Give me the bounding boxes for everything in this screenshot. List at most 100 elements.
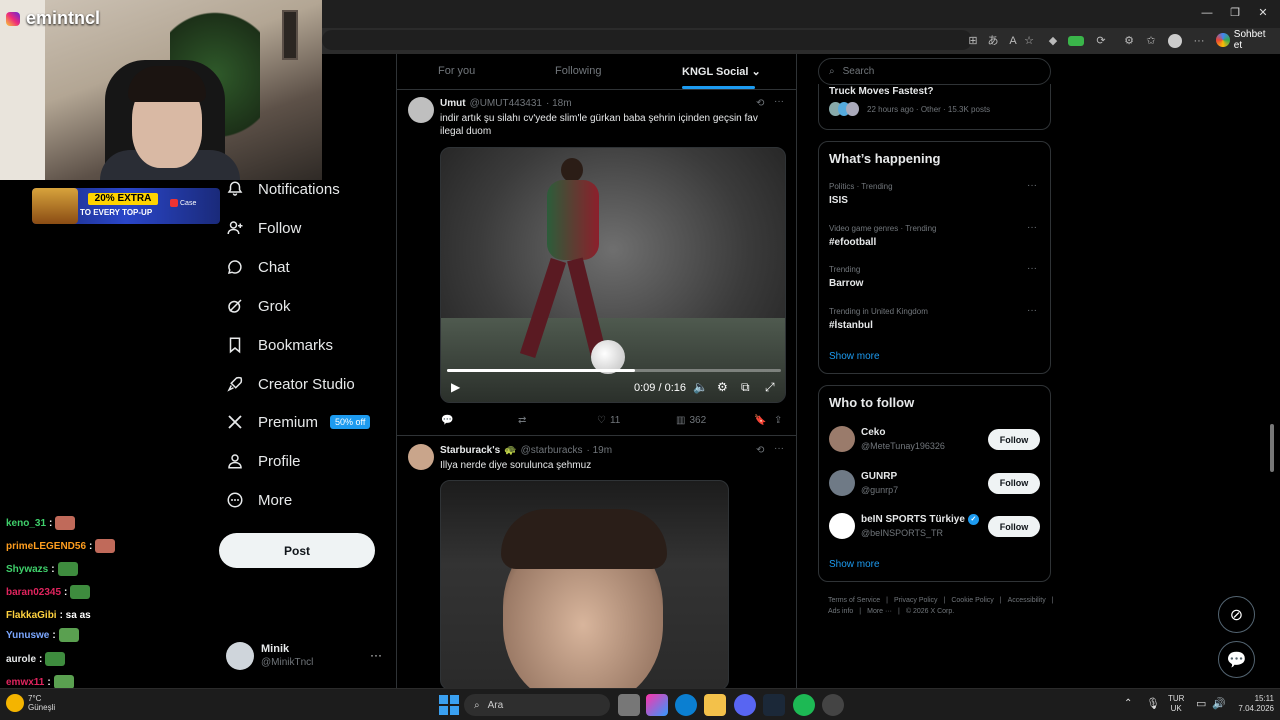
like-button[interactable]: ♡ 11: [597, 415, 620, 426]
clock[interactable]: 15:11 7.04.2026: [1234, 694, 1274, 714]
nav-follow[interactable]: Follow: [226, 212, 301, 244]
weather-widget[interactable]: 7°C Güneşli: [6, 694, 55, 712]
show-more-link[interactable]: Show more: [829, 351, 880, 362]
nav-more[interactable]: More: [226, 484, 292, 516]
follow-button[interactable]: Follow: [988, 429, 1040, 450]
page-scrollbar[interactable]: [1270, 424, 1274, 472]
avatar[interactable]: [829, 513, 855, 539]
reply-icon[interactable]: 💬: [441, 415, 453, 426]
extension-icon[interactable]: ⟳: [1094, 34, 1108, 48]
translate-icon[interactable]: あ: [986, 34, 1000, 48]
nav-profile[interactable]: Profile: [226, 445, 301, 477]
trending-event-card[interactable]: Truck Moves Fastest? 22 hours ago · Othe…: [818, 84, 1051, 130]
nav-notifications[interactable]: Notifications: [226, 173, 340, 205]
accessibility-link[interactable]: Accessibility: [1008, 597, 1046, 604]
task-view-icon[interactable]: [618, 694, 640, 716]
trend-more-icon[interactable]: ···: [1027, 180, 1037, 191]
trend-item[interactable]: ISIS: [829, 195, 848, 206]
post-author-name[interactable]: Starburack's: [440, 445, 500, 456]
extensions-icon[interactable]: ⚙: [1122, 34, 1136, 48]
discord-app-icon[interactable]: [734, 694, 756, 716]
collections-icon[interactable]: ✩: [1144, 34, 1158, 48]
pip-icon[interactable]: ⧉: [741, 380, 750, 395]
app-icon[interactable]: [822, 694, 844, 716]
post-button[interactable]: Post: [219, 533, 375, 568]
post-author-handle[interactable]: @UMUT443431: [470, 98, 542, 109]
terms-link[interactable]: Terms of Service: [828, 597, 880, 604]
trend-item[interactable]: #İstanbul: [829, 320, 873, 331]
views-button[interactable]: ▥ 362: [676, 415, 706, 426]
avatar[interactable]: [829, 469, 855, 496]
bookmark-post-icon[interactable]: 🔖: [754, 415, 766, 426]
ads-info-link[interactable]: Ads info: [828, 608, 853, 615]
fullscreen-icon[interactable]: ⤢: [765, 380, 775, 395]
more-menu-icon[interactable]: ···: [1192, 34, 1206, 48]
follow-suggestion-name[interactable]: beIN SPORTS Türkiye ✓: [861, 514, 979, 525]
footer-more-link[interactable]: More ···: [867, 608, 892, 615]
profile-avatar-icon[interactable]: [1168, 34, 1182, 48]
grok-post-icon[interactable]: ⟲: [756, 98, 764, 109]
extension-battery-icon[interactable]: [1068, 36, 1084, 46]
settings-icon[interactable]: ⚙: [717, 380, 728, 394]
grok-post-icon[interactable]: ⟲: [756, 445, 764, 456]
post-more-icon[interactable]: ···: [774, 96, 784, 107]
close-icon[interactable]: ✕: [1256, 6, 1270, 20]
steam-app-icon[interactable]: [763, 694, 785, 716]
messages-fab[interactable]: 💬: [1218, 641, 1255, 678]
copilot-app-icon[interactable]: [646, 694, 668, 716]
start-button[interactable]: [438, 694, 460, 716]
show-more-link[interactable]: Show more: [829, 559, 880, 570]
trend-item[interactable]: Barrow: [829, 278, 863, 289]
nav-chat[interactable]: Chat: [226, 251, 290, 283]
nav-premium[interactable]: Premium 50% off: [226, 406, 371, 438]
privacy-link[interactable]: Privacy Policy: [894, 597, 938, 604]
tab-for-you[interactable]: For you: [438, 65, 475, 77]
share-icon[interactable]: ⇪: [774, 415, 782, 426]
avatar[interactable]: [829, 426, 855, 452]
post-author-name[interactable]: Umut: [440, 98, 466, 109]
tab-kngl-social[interactable]: KNGL Social ⌄: [682, 65, 761, 78]
edge-app-icon[interactable]: [675, 694, 697, 716]
video-player[interactable]: ▶ 0:09 / 0:16 🔈 ⚙ ⧉ ⤢: [440, 147, 786, 403]
post-timestamp[interactable]: · 19m: [586, 445, 612, 456]
trend-more-icon[interactable]: ···: [1027, 222, 1037, 233]
post-author-handle[interactable]: @starburacks: [521, 445, 583, 456]
volume-icon[interactable]: 🔈: [693, 380, 708, 394]
video-player[interactable]: [440, 480, 729, 690]
post-avatar[interactable]: [408, 97, 434, 123]
follow-suggestion-name[interactable]: Ceko: [861, 427, 885, 438]
file-explorer-icon[interactable]: [704, 694, 726, 716]
reader-icon[interactable]: ⊞: [966, 34, 980, 48]
tab-following[interactable]: Following: [555, 65, 601, 77]
video-progress-bar[interactable]: [447, 369, 781, 372]
search-input[interactable]: ⌕ Search: [818, 58, 1051, 85]
grok-fab[interactable]: ⊘: [1218, 596, 1255, 633]
speaker-icon[interactable]: 🔊: [1212, 697, 1226, 710]
extension-shield-icon[interactable]: ◆: [1046, 34, 1060, 48]
address-bar[interactable]: [322, 30, 972, 50]
language-indicator[interactable]: TUR UK: [1168, 694, 1184, 714]
follow-button[interactable]: Follow: [988, 516, 1040, 537]
account-switcher[interactable]: Minik @MinikTncl ···: [226, 642, 386, 672]
follow-suggestion-name[interactable]: GUNRP: [861, 471, 897, 482]
nav-creator-studio[interactable]: Creator Studio: [226, 368, 355, 400]
nav-bookmarks[interactable]: Bookmarks: [226, 329, 333, 361]
trend-item[interactable]: #efootball: [829, 237, 876, 248]
tray-overflow-icon[interactable]: ⌃: [1124, 698, 1132, 709]
follow-button[interactable]: Follow: [988, 472, 1040, 494]
read-aloud-icon[interactable]: A: [1006, 34, 1020, 48]
maximize-icon[interactable]: ❐: [1228, 6, 1242, 20]
trend-more-icon[interactable]: ···: [1027, 305, 1037, 316]
display-icon[interactable]: ▭: [1196, 697, 1206, 710]
post-avatar[interactable]: [408, 444, 434, 470]
microphone-icon[interactable]: 🎙: [1146, 697, 1160, 710]
trend-more-icon[interactable]: ···: [1027, 263, 1037, 274]
repost-icon[interactable]: ⇄: [518, 415, 526, 426]
cookie-link[interactable]: Cookie Policy: [951, 597, 993, 604]
copilot-chat-button[interactable]: Sohbet et: [1216, 29, 1276, 51]
favorite-icon[interactable]: ☆: [1022, 34, 1036, 48]
nav-grok[interactable]: Grok: [226, 290, 291, 322]
spotify-app-icon[interactable]: [793, 694, 815, 716]
taskbar-search[interactable]: ⌕ Ara: [464, 694, 610, 716]
play-icon[interactable]: ▶: [451, 380, 460, 394]
